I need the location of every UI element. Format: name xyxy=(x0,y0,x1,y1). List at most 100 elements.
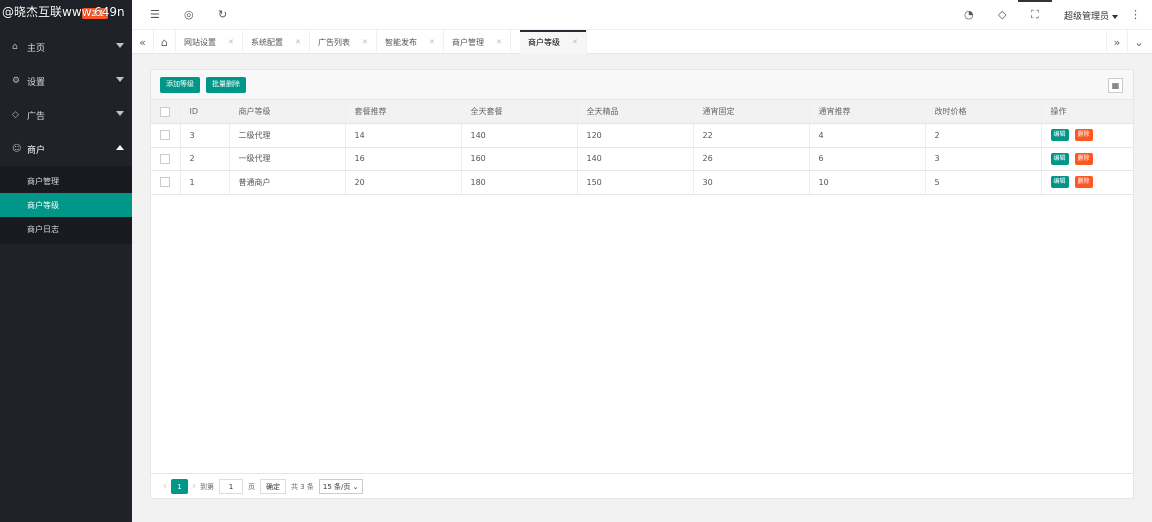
goto-confirm-button[interactable]: 确定 xyxy=(260,479,286,494)
tabs-scroll-left-icon[interactable]: « xyxy=(132,30,154,54)
tabs-menu-chevron-icon[interactable]: ⌄ xyxy=(1128,30,1150,54)
row-actions: 编辑 删除 xyxy=(1041,147,1133,171)
tab-label: 系统配置 xyxy=(251,37,283,47)
delete-button[interactable]: 删除 xyxy=(1074,129,1093,142)
tab-bar: « ⌂ 网站设置 ✕ 系统配置 ✕ 广告列表 ✕ 智能发布 ✕ 商户管理 ✕ 商户等级 ✕ … xyxy=(132,30,1152,54)
row-checkbox[interactable] xyxy=(160,130,170,141)
home-icon: ⌂ xyxy=(12,42,18,52)
tabs-scroll-right-icon[interactable]: » xyxy=(1106,30,1128,54)
table-cell: 120 xyxy=(577,123,694,148)
logo: @晓杰互联www.649n V1.1 xyxy=(0,0,132,30)
close-icon[interactable]: ✕ xyxy=(362,38,368,46)
user-menu[interactable]: 超级管理员 xyxy=(1064,9,1119,22)
row-checkbox-cell xyxy=(151,123,181,148)
sidebar-item-home[interactable]: ⌂ 主页 xyxy=(0,30,132,64)
row-checkbox-cell xyxy=(151,170,181,195)
table-toolbar: 添加等级 批量删除 ▦ xyxy=(151,70,1133,100)
globe-icon[interactable]: ◎ xyxy=(184,8,194,21)
table-cell: 5 xyxy=(925,170,1042,195)
select-all-checkbox[interactable] xyxy=(160,106,170,117)
row-checkbox[interactable] xyxy=(160,177,170,188)
chevron-down-icon xyxy=(116,43,124,48)
delete-button[interactable]: 删除 xyxy=(1074,176,1093,189)
tab-merchant-level[interactable]: 商户等级 ✕ xyxy=(520,30,587,54)
more-vertical-icon[interactable]: ⋮ xyxy=(1130,8,1141,21)
sidebar-subitem-merchant-level[interactable]: 商户等级 xyxy=(0,193,132,217)
fullscreen-icon[interactable]: ⛶ xyxy=(1031,8,1039,22)
close-icon[interactable]: ✕ xyxy=(295,38,301,46)
edit-button[interactable]: 编辑 xyxy=(1050,176,1069,189)
prev-page-icon[interactable]: ‹ xyxy=(163,481,167,492)
close-icon[interactable]: ✕ xyxy=(228,38,234,46)
page-number-current[interactable]: 1 xyxy=(171,479,188,494)
sidebar-item-label: 商户 xyxy=(27,145,46,156)
sidebar: @晓杰互联www.649n V1.1 ⌂ 主页 ⚙ 设置 ◇ 广告 ☺ 商户 商… xyxy=(0,0,132,522)
menu-toggle-icon[interactable]: ☰ xyxy=(150,8,160,21)
tab-system-config[interactable]: 系统配置 ✕ xyxy=(243,30,310,54)
top-header: ☰ ◎ ↻ ◔ ◇ ⛶ 超级管理员 ⋮ xyxy=(132,0,1152,30)
diamond-icon: ◇ xyxy=(12,110,19,120)
close-icon[interactable]: ✕ xyxy=(496,38,502,46)
row-actions: 编辑 删除 xyxy=(1041,170,1133,195)
user-icon: ☺ xyxy=(12,144,22,154)
page-unit-label: 页 xyxy=(248,482,255,491)
delete-button[interactable]: 删除 xyxy=(1074,152,1093,165)
tab-smart-publish[interactable]: 智能发布 ✕ xyxy=(377,30,444,54)
table-header-row: ID 商户等级 套餐推荐 全天套餐 全天精品 通宵固定 通宵推荐 改时价格 操作 xyxy=(151,100,1133,124)
active-indicator xyxy=(1018,0,1052,2)
table-cell: 2 xyxy=(925,123,1042,148)
tab-label: 商户等级 xyxy=(528,37,560,47)
page-size-select[interactable]: 15 条/页 ⌄ xyxy=(318,479,363,494)
table-cell: 10 xyxy=(809,170,926,195)
sidebar-subitem-merchant-log[interactable]: 商户日志 xyxy=(0,217,132,241)
table-cell: 1 xyxy=(180,170,230,195)
tab-site-settings[interactable]: 网站设置 ✕ xyxy=(176,30,243,54)
sidebar-item-settings[interactable]: ⚙ 设置 xyxy=(0,64,132,98)
column-header[interactable]: 全天精品 xyxy=(577,100,694,124)
sidebar-item-label: 设置 xyxy=(27,77,46,88)
column-header[interactable]: 通宵推荐 xyxy=(809,100,926,124)
sidebar-item-ads[interactable]: ◇ 广告 xyxy=(0,98,132,132)
sidebar-subitem-merchant-manage[interactable]: 商户管理 xyxy=(0,169,132,193)
edit-button[interactable]: 编辑 xyxy=(1050,152,1069,165)
column-header[interactable]: 套餐推荐 xyxy=(345,100,462,124)
level-table: ID 商户等级 套餐推荐 全天套餐 全天精品 通宵固定 通宵推荐 改时价格 操作… xyxy=(151,100,1133,195)
table-cell: 6 xyxy=(809,147,926,171)
batch-delete-button[interactable]: 批量删除 xyxy=(206,77,246,93)
edit-button[interactable]: 编辑 xyxy=(1050,129,1069,142)
tag-icon[interactable]: ◇ xyxy=(998,8,1006,21)
table-row: 1 普通商户 20 180 150 30 10 5 编辑 删除 xyxy=(151,170,1133,195)
column-header[interactable]: 全天套餐 xyxy=(461,100,578,124)
add-level-button[interactable]: 添加等级 xyxy=(160,77,200,93)
sidebar-item-merchant[interactable]: ☺ 商户 xyxy=(0,132,132,166)
user-name: 超级管理员 xyxy=(1064,12,1110,22)
table-cell: 140 xyxy=(461,123,578,148)
close-icon[interactable]: ✕ xyxy=(429,38,435,46)
goto-page-input[interactable]: 1 xyxy=(219,479,243,494)
refresh-icon[interactable]: ↻ xyxy=(218,8,227,21)
tab-label: 智能发布 xyxy=(385,37,417,47)
watermark-text: @晓杰互联www.649n xyxy=(2,5,125,19)
columns-filter-icon[interactable]: ▦ xyxy=(1108,78,1123,93)
table-cell: 20 xyxy=(345,170,462,195)
next-page-icon[interactable]: › xyxy=(192,481,196,492)
tab-label: 网站设置 xyxy=(184,37,216,47)
table-cell: 4 xyxy=(809,123,926,148)
column-header[interactable]: ID xyxy=(180,100,230,124)
sidebar-item-label: 广告 xyxy=(27,111,46,122)
column-header: 操作 xyxy=(1041,100,1133,124)
close-icon[interactable]: ✕ xyxy=(572,38,578,46)
tab-ad-list[interactable]: 广告列表 ✕ xyxy=(310,30,377,54)
table-cell: 26 xyxy=(693,147,810,171)
table-cell: 140 xyxy=(577,147,694,171)
table-cell: 16 xyxy=(345,147,462,171)
row-checkbox[interactable] xyxy=(160,153,170,164)
tab-home-icon[interactable]: ⌂ xyxy=(154,30,176,54)
column-header[interactable]: 通宵固定 xyxy=(693,100,810,124)
column-header[interactable]: 商户等级 xyxy=(229,100,346,124)
tab-merchant-manage[interactable]: 商户管理 ✕ xyxy=(444,30,511,54)
row-checkbox-cell xyxy=(151,147,181,171)
table-cell: 30 xyxy=(693,170,810,195)
column-header[interactable]: 改时价格 xyxy=(925,100,1042,124)
dashboard-icon[interactable]: ◔ xyxy=(964,8,974,21)
